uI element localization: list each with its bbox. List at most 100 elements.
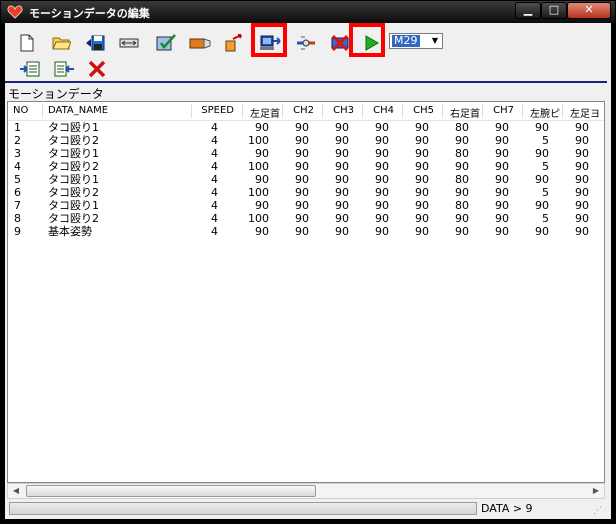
table-header: NO DATA_NAME SPEED 左足首 CH2 CH3 CH4 CH5 右… [8, 102, 604, 121]
cell-name: タコ殴り2 [48, 134, 99, 147]
cell-value: 90 [335, 160, 349, 173]
table-row[interactable]: 9 基本姿勢 4 90 90 90 90 90 90 90 90 90 [8, 225, 604, 238]
cell-value: 90 [375, 199, 389, 212]
clear-button[interactable] [85, 57, 109, 81]
cell-value: 90 [415, 225, 429, 238]
column-header[interactable]: 左足首 [244, 105, 280, 120]
column-divider[interactable] [482, 104, 483, 118]
column-divider[interactable] [362, 104, 363, 118]
horizontal-scrollbar[interactable]: ◀ ▶ [7, 483, 605, 499]
cell-value: 90 [455, 186, 469, 199]
cell-value: 90 [495, 186, 509, 199]
new-file-icon [20, 34, 34, 52]
delete-row-button[interactable] [51, 57, 75, 81]
cell-speed: 4 [211, 173, 218, 186]
column-header[interactable]: SPEED [194, 105, 234, 116]
column-divider[interactable] [562, 104, 563, 118]
window-title: モーションデータの編集 [29, 7, 150, 20]
title-bar[interactable]: モーションデータの編集 ▁ □ ✕ [1, 1, 615, 23]
cell-speed: 4 [211, 121, 218, 134]
table-row[interactable]: 5 タコ殴り1 4 90 90 90 90 90 80 90 90 90 [8, 173, 604, 186]
new-file-button[interactable] [15, 31, 39, 55]
table-row[interactable]: 2 タコ殴り2 4 100 90 90 90 90 90 90 5 90 [8, 134, 604, 147]
cell-value: 90 [415, 134, 429, 147]
cell-value: 90 [375, 147, 389, 160]
column-header[interactable]: CH5 [404, 105, 434, 116]
column-header[interactable]: NO [13, 105, 37, 116]
column-divider[interactable] [42, 104, 43, 118]
column-header[interactable]: CH3 [324, 105, 354, 116]
scroll-right-icon[interactable]: ▶ [588, 484, 604, 498]
column-header[interactable]: CH2 [284, 105, 314, 116]
export-button[interactable] [221, 31, 245, 55]
column-header[interactable]: 左腕ピ [524, 105, 560, 120]
cell-value: 90 [535, 225, 549, 238]
cell-name: タコ殴り1 [48, 147, 99, 160]
cell-value: 90 [255, 147, 269, 160]
column-header[interactable]: CH7 [484, 105, 514, 116]
cell-value: 90 [375, 121, 389, 134]
cell-value: 90 [255, 225, 269, 238]
table-row[interactable]: 8 タコ殴り2 4 100 90 90 90 90 90 90 5 90 [8, 212, 604, 225]
cell-name: タコ殴り1 [48, 199, 99, 212]
cell-value: 90 [495, 225, 509, 238]
table-row[interactable]: 6 タコ殴り2 4 100 90 90 90 90 90 90 5 90 [8, 186, 604, 199]
cell-speed: 4 [211, 225, 218, 238]
column-divider[interactable] [322, 104, 323, 118]
cell-value: 90 [575, 186, 589, 199]
table-row[interactable]: 4 タコ殴り2 4 100 90 90 90 90 90 90 5 90 [8, 160, 604, 173]
close-x-icon [88, 60, 106, 78]
edit-button[interactable] [153, 31, 177, 55]
column-header[interactable]: CH4 [364, 105, 394, 116]
table-row[interactable]: 3 タコ殴り1 4 90 90 90 90 90 80 90 90 90 [8, 147, 604, 160]
cell-value: 90 [295, 173, 309, 186]
motion-select[interactable]: M29 ▼ [389, 33, 443, 49]
resize-button[interactable] [117, 31, 141, 55]
table-row[interactable]: 1 タコ殴り1 4 90 90 90 90 90 80 90 90 90 [8, 121, 604, 134]
column-divider[interactable] [522, 104, 523, 118]
cell-speed: 4 [211, 160, 218, 173]
maximize-button[interactable]: □ [541, 2, 567, 19]
cell-value: 90 [415, 121, 429, 134]
column-divider[interactable] [191, 104, 192, 118]
cell-value: 90 [495, 212, 509, 225]
write-button[interactable] [187, 31, 211, 55]
cell-value: 90 [455, 160, 469, 173]
chevron-down-icon[interactable]: ▼ [428, 34, 442, 48]
column-header[interactable]: DATA_NAME [48, 105, 188, 116]
cell-value: 90 [335, 225, 349, 238]
cell-value: 90 [575, 199, 589, 212]
cell-value: 90 [375, 134, 389, 147]
motion-data-table[interactable]: NO DATA_NAME SPEED 左足首 CH2 CH3 CH4 CH5 右… [7, 101, 605, 483]
cell-value: 90 [575, 160, 589, 173]
save-button[interactable] [83, 31, 107, 55]
edit-check-icon [156, 34, 176, 51]
scroll-left-icon[interactable]: ◀ [8, 484, 24, 498]
column-header[interactable]: 右足首 [444, 105, 480, 120]
cell-value: 90 [335, 134, 349, 147]
cell-value: 90 [455, 212, 469, 225]
close-button[interactable]: ✕ [567, 2, 611, 19]
cell-value: 90 [335, 173, 349, 186]
column-divider[interactable] [442, 104, 443, 118]
scroll-thumb[interactable] [26, 485, 316, 497]
column-divider[interactable] [282, 104, 283, 118]
connect-button[interactable] [293, 31, 317, 55]
cell-value: 90 [575, 134, 589, 147]
cell-value: 90 [415, 186, 429, 199]
insert-row-button[interactable] [17, 57, 41, 81]
cell-value: 90 [335, 186, 349, 199]
disconnect-button[interactable] [327, 31, 351, 55]
section-label: モーションデータ [8, 87, 104, 101]
table-row[interactable]: 7 タコ殴り1 4 90 90 90 90 90 80 90 90 90 [8, 199, 604, 212]
minimize-button[interactable]: ▁ [515, 2, 541, 19]
open-button[interactable] [49, 31, 73, 55]
resize-grip-icon[interactable]: ⋰ [593, 506, 605, 518]
column-divider[interactable] [242, 104, 243, 118]
cell-value: 90 [295, 134, 309, 147]
cell-value: 80 [455, 199, 469, 212]
cell-value: 90 [335, 147, 349, 160]
column-divider[interactable] [402, 104, 403, 118]
column-header[interactable]: 左足ヨ [564, 105, 600, 120]
cell-value: 90 [495, 134, 509, 147]
